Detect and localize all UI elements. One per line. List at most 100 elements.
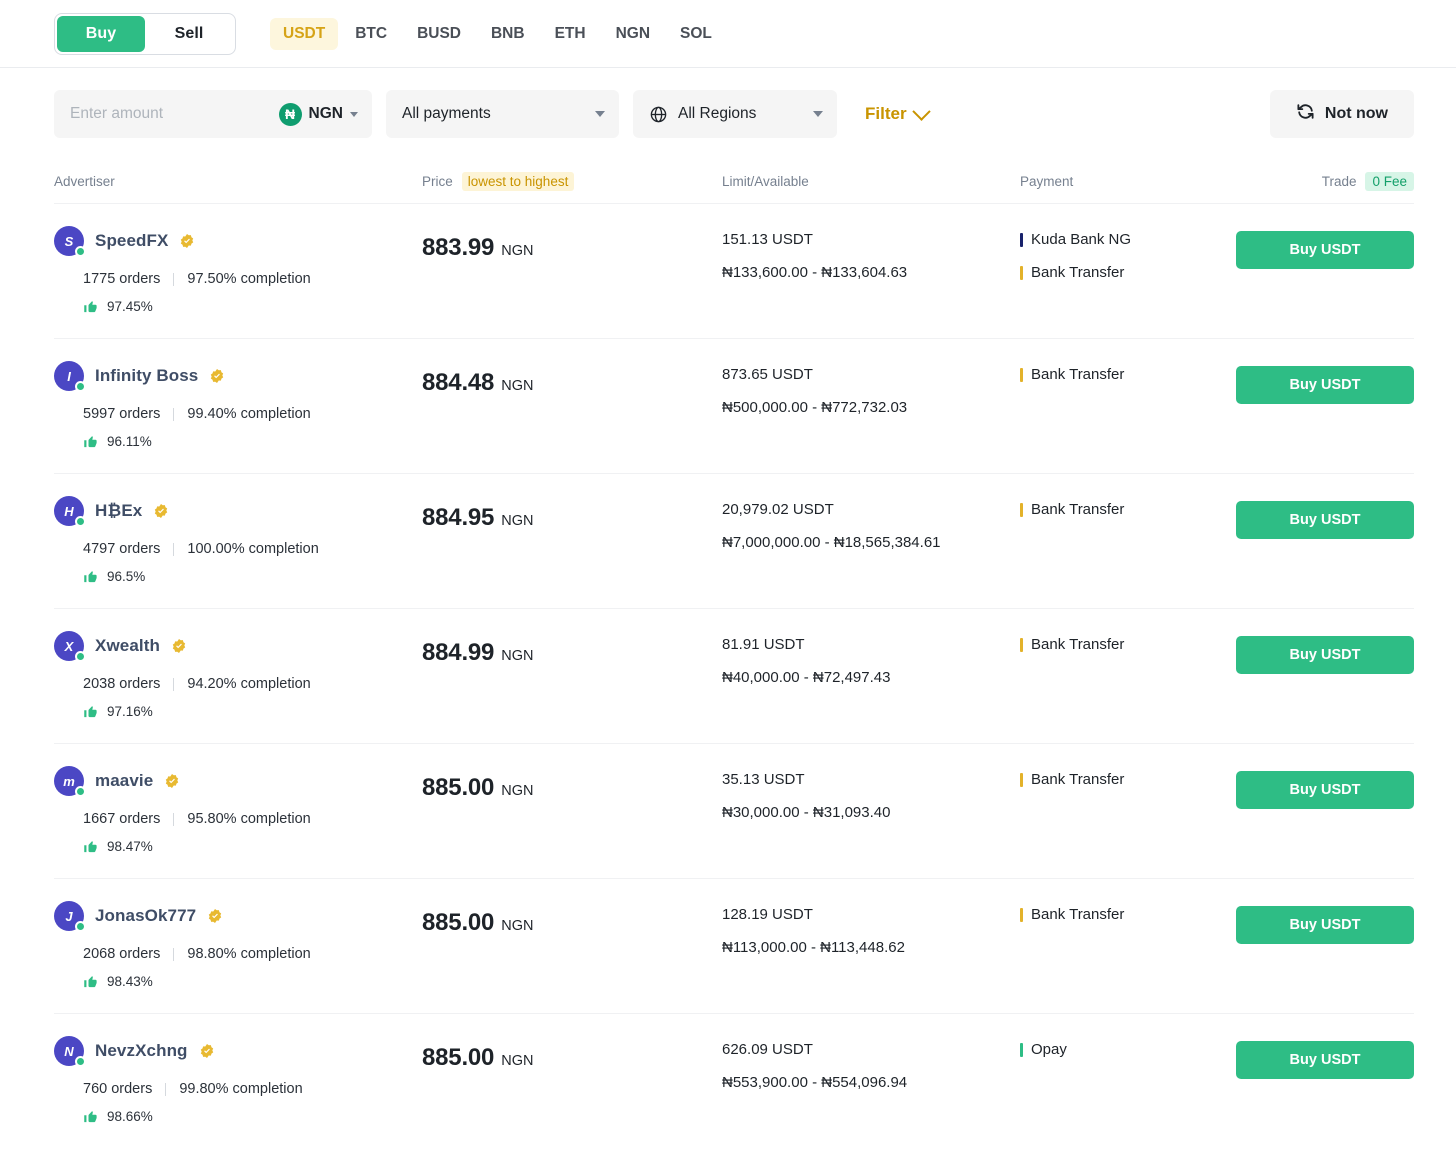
thumbs-up-icon xyxy=(83,704,98,719)
buy-usdt-button[interactable]: Buy USDT xyxy=(1236,366,1414,404)
price-currency: NGN xyxy=(501,1053,533,1069)
available-amount: 151.13 USDT xyxy=(722,231,1020,248)
order-count: 1667 orders xyxy=(83,811,160,827)
stat-divider xyxy=(165,1083,166,1096)
stat-divider xyxy=(173,273,174,286)
avatar: I xyxy=(54,361,84,391)
trade-cell: Buy USDT xyxy=(1232,226,1414,269)
refresh-button[interactable]: Not now xyxy=(1270,90,1414,138)
filter-expand-button[interactable]: Filter xyxy=(865,104,928,124)
coin-tab-ngn[interactable]: NGN xyxy=(603,18,663,50)
naira-icon: ₦ xyxy=(279,103,302,126)
advertiser-name[interactable]: H₿Ex xyxy=(95,501,142,521)
payment-color-marker xyxy=(1020,908,1023,922)
coin-tab-eth[interactable]: ETH xyxy=(542,18,599,50)
column-header-advertiser: Advertiser xyxy=(54,174,422,189)
payment-cell: Bank Transfer xyxy=(1020,496,1232,518)
buy-usdt-button[interactable]: Buy USDT xyxy=(1236,501,1414,539)
amount-filter[interactable]: ₦ NGN xyxy=(54,90,372,138)
table-row: SSpeedFX1775 orders97.50% completion97.4… xyxy=(54,204,1414,339)
order-count: 5997 orders xyxy=(83,406,160,422)
buy-usdt-button[interactable]: Buy USDT xyxy=(1236,906,1414,944)
advertiser-cell: XXwealth 2038 orders 94.20% completion 97.1… xyxy=(54,631,422,719)
price-value: 884.99 xyxy=(422,639,494,667)
avatar: H xyxy=(54,496,84,526)
advertiser-header: SSpeedFX xyxy=(54,226,422,256)
advertiser-cell: I Infinity Boss 5997 orders99.40% completi… xyxy=(54,361,422,449)
advertiser-rating: 96.11% xyxy=(54,434,422,449)
advertiser-stats: 2038 orders 94.20% completion xyxy=(54,676,422,692)
payment-cell: Kuda Bank NGBank Transfer xyxy=(1020,226,1232,281)
order-count: 1775 orders xyxy=(83,271,160,287)
chevron-down-icon xyxy=(912,102,930,120)
limit-range: ₦30,000.00 - ₦31,093.40 xyxy=(722,804,1020,821)
currency-selector[interactable]: ₦ NGN xyxy=(279,103,358,126)
trade-cell: Buy USDT xyxy=(1232,361,1414,404)
buy-usdt-button[interactable]: Buy USDT xyxy=(1236,1041,1414,1079)
payment-method-select[interactable]: All payments xyxy=(386,90,619,138)
payment-color-marker xyxy=(1020,773,1023,787)
price-sort-pill[interactable]: lowest to highest xyxy=(462,172,575,191)
payment-method-name: Opay xyxy=(1031,1041,1067,1058)
coin-tab-btc[interactable]: BTC xyxy=(342,18,400,50)
advertiser-name[interactable]: Infinity Boss xyxy=(95,366,198,386)
price-cell: 885.00NGN xyxy=(422,901,722,937)
advertiser-name[interactable]: SpeedFX xyxy=(95,231,168,251)
payment-method-name: Kuda Bank NG xyxy=(1031,231,1131,248)
advertiser-stats: 5997 orders99.40% completion xyxy=(54,406,422,422)
advertiser-name[interactable]: NevzXchng xyxy=(95,1041,188,1061)
price-currency: NGN xyxy=(501,513,533,529)
advertiser-cell: mmaavie1667 orders95.80% completion98.47… xyxy=(54,766,422,854)
advertiser-header: H H₿Ex xyxy=(54,496,422,526)
rating-percent: 98.43% xyxy=(107,974,153,989)
buy-usdt-button[interactable]: Buy USDT xyxy=(1236,231,1414,269)
trade-header-label: Trade xyxy=(1322,174,1357,189)
column-header-payment: Payment xyxy=(1020,174,1232,189)
available-amount: 20,979.02 USDT xyxy=(722,501,1020,518)
limit-cell: 35.13 USDT₦30,000.00 - ₦31,093.40 xyxy=(722,766,1020,821)
offers-table: Advertiser Price lowest to highest Limit… xyxy=(0,160,1456,1149)
price-currency: NGN xyxy=(501,648,533,664)
verified-badge-icon xyxy=(164,773,180,789)
table-row: XXwealth 2038 orders 94.20% completion 97.1… xyxy=(54,609,1414,744)
order-count: 2038 orders xyxy=(83,676,160,692)
completion-rate: 94.20% completion xyxy=(187,676,310,692)
payment-cell: Bank Transfer xyxy=(1020,901,1232,923)
payment-color-marker xyxy=(1020,233,1023,247)
coin-tab-sol[interactable]: SOL xyxy=(667,18,725,50)
coin-tab-usdt[interactable]: USDT xyxy=(270,18,338,50)
filter-label: Filter xyxy=(865,104,907,124)
price-header-label: Price xyxy=(422,174,453,189)
avatar: J xyxy=(54,901,84,931)
sell-tab[interactable]: Sell xyxy=(145,16,233,52)
region-select[interactable]: All Regions xyxy=(633,90,837,138)
coin-tab-busd[interactable]: BUSD xyxy=(404,18,474,50)
column-header-limit: Limit/Available xyxy=(722,174,1020,189)
table-header-row: Advertiser Price lowest to highest Limit… xyxy=(54,160,1414,204)
thumbs-up-icon xyxy=(83,1109,98,1124)
chevron-down-icon xyxy=(595,111,605,117)
zero-fee-badge: 0 Fee xyxy=(1365,172,1414,191)
advertiser-header: XXwealth xyxy=(54,631,422,661)
buy-sell-toggle[interactable]: Buy Sell xyxy=(54,13,236,55)
region-label: All Regions xyxy=(678,105,803,123)
online-status-dot xyxy=(75,1056,86,1067)
advertiser-rating: 96.5% xyxy=(54,569,422,584)
buy-usdt-button[interactable]: Buy USDT xyxy=(1236,771,1414,809)
advertiser-rating: 98.66% xyxy=(54,1109,422,1124)
rating-percent: 97.16% xyxy=(107,704,153,719)
payment-cell: Bank Transfer xyxy=(1020,361,1232,383)
advertiser-stats: 1775 orders97.50% completion xyxy=(54,271,422,287)
coin-tab-list: USDTBTCBUSDBNBETHNGNSOL xyxy=(270,18,725,50)
advertiser-cell: SSpeedFX1775 orders97.50% completion97.4… xyxy=(54,226,422,314)
stat-divider xyxy=(173,408,174,421)
buy-usdt-button[interactable]: Buy USDT xyxy=(1236,636,1414,674)
buy-tab[interactable]: Buy xyxy=(57,16,145,52)
amount-input[interactable] xyxy=(70,105,279,123)
column-header-trade: Trade 0 Fee xyxy=(1232,172,1414,191)
payment-method-name: Bank Transfer xyxy=(1031,636,1124,653)
advertiser-name[interactable]: Xwealth xyxy=(95,636,160,656)
advertiser-name[interactable]: maavie xyxy=(95,771,153,791)
coin-tab-bnb[interactable]: BNB xyxy=(478,18,538,50)
advertiser-name[interactable]: JonasOk777 xyxy=(95,906,196,926)
